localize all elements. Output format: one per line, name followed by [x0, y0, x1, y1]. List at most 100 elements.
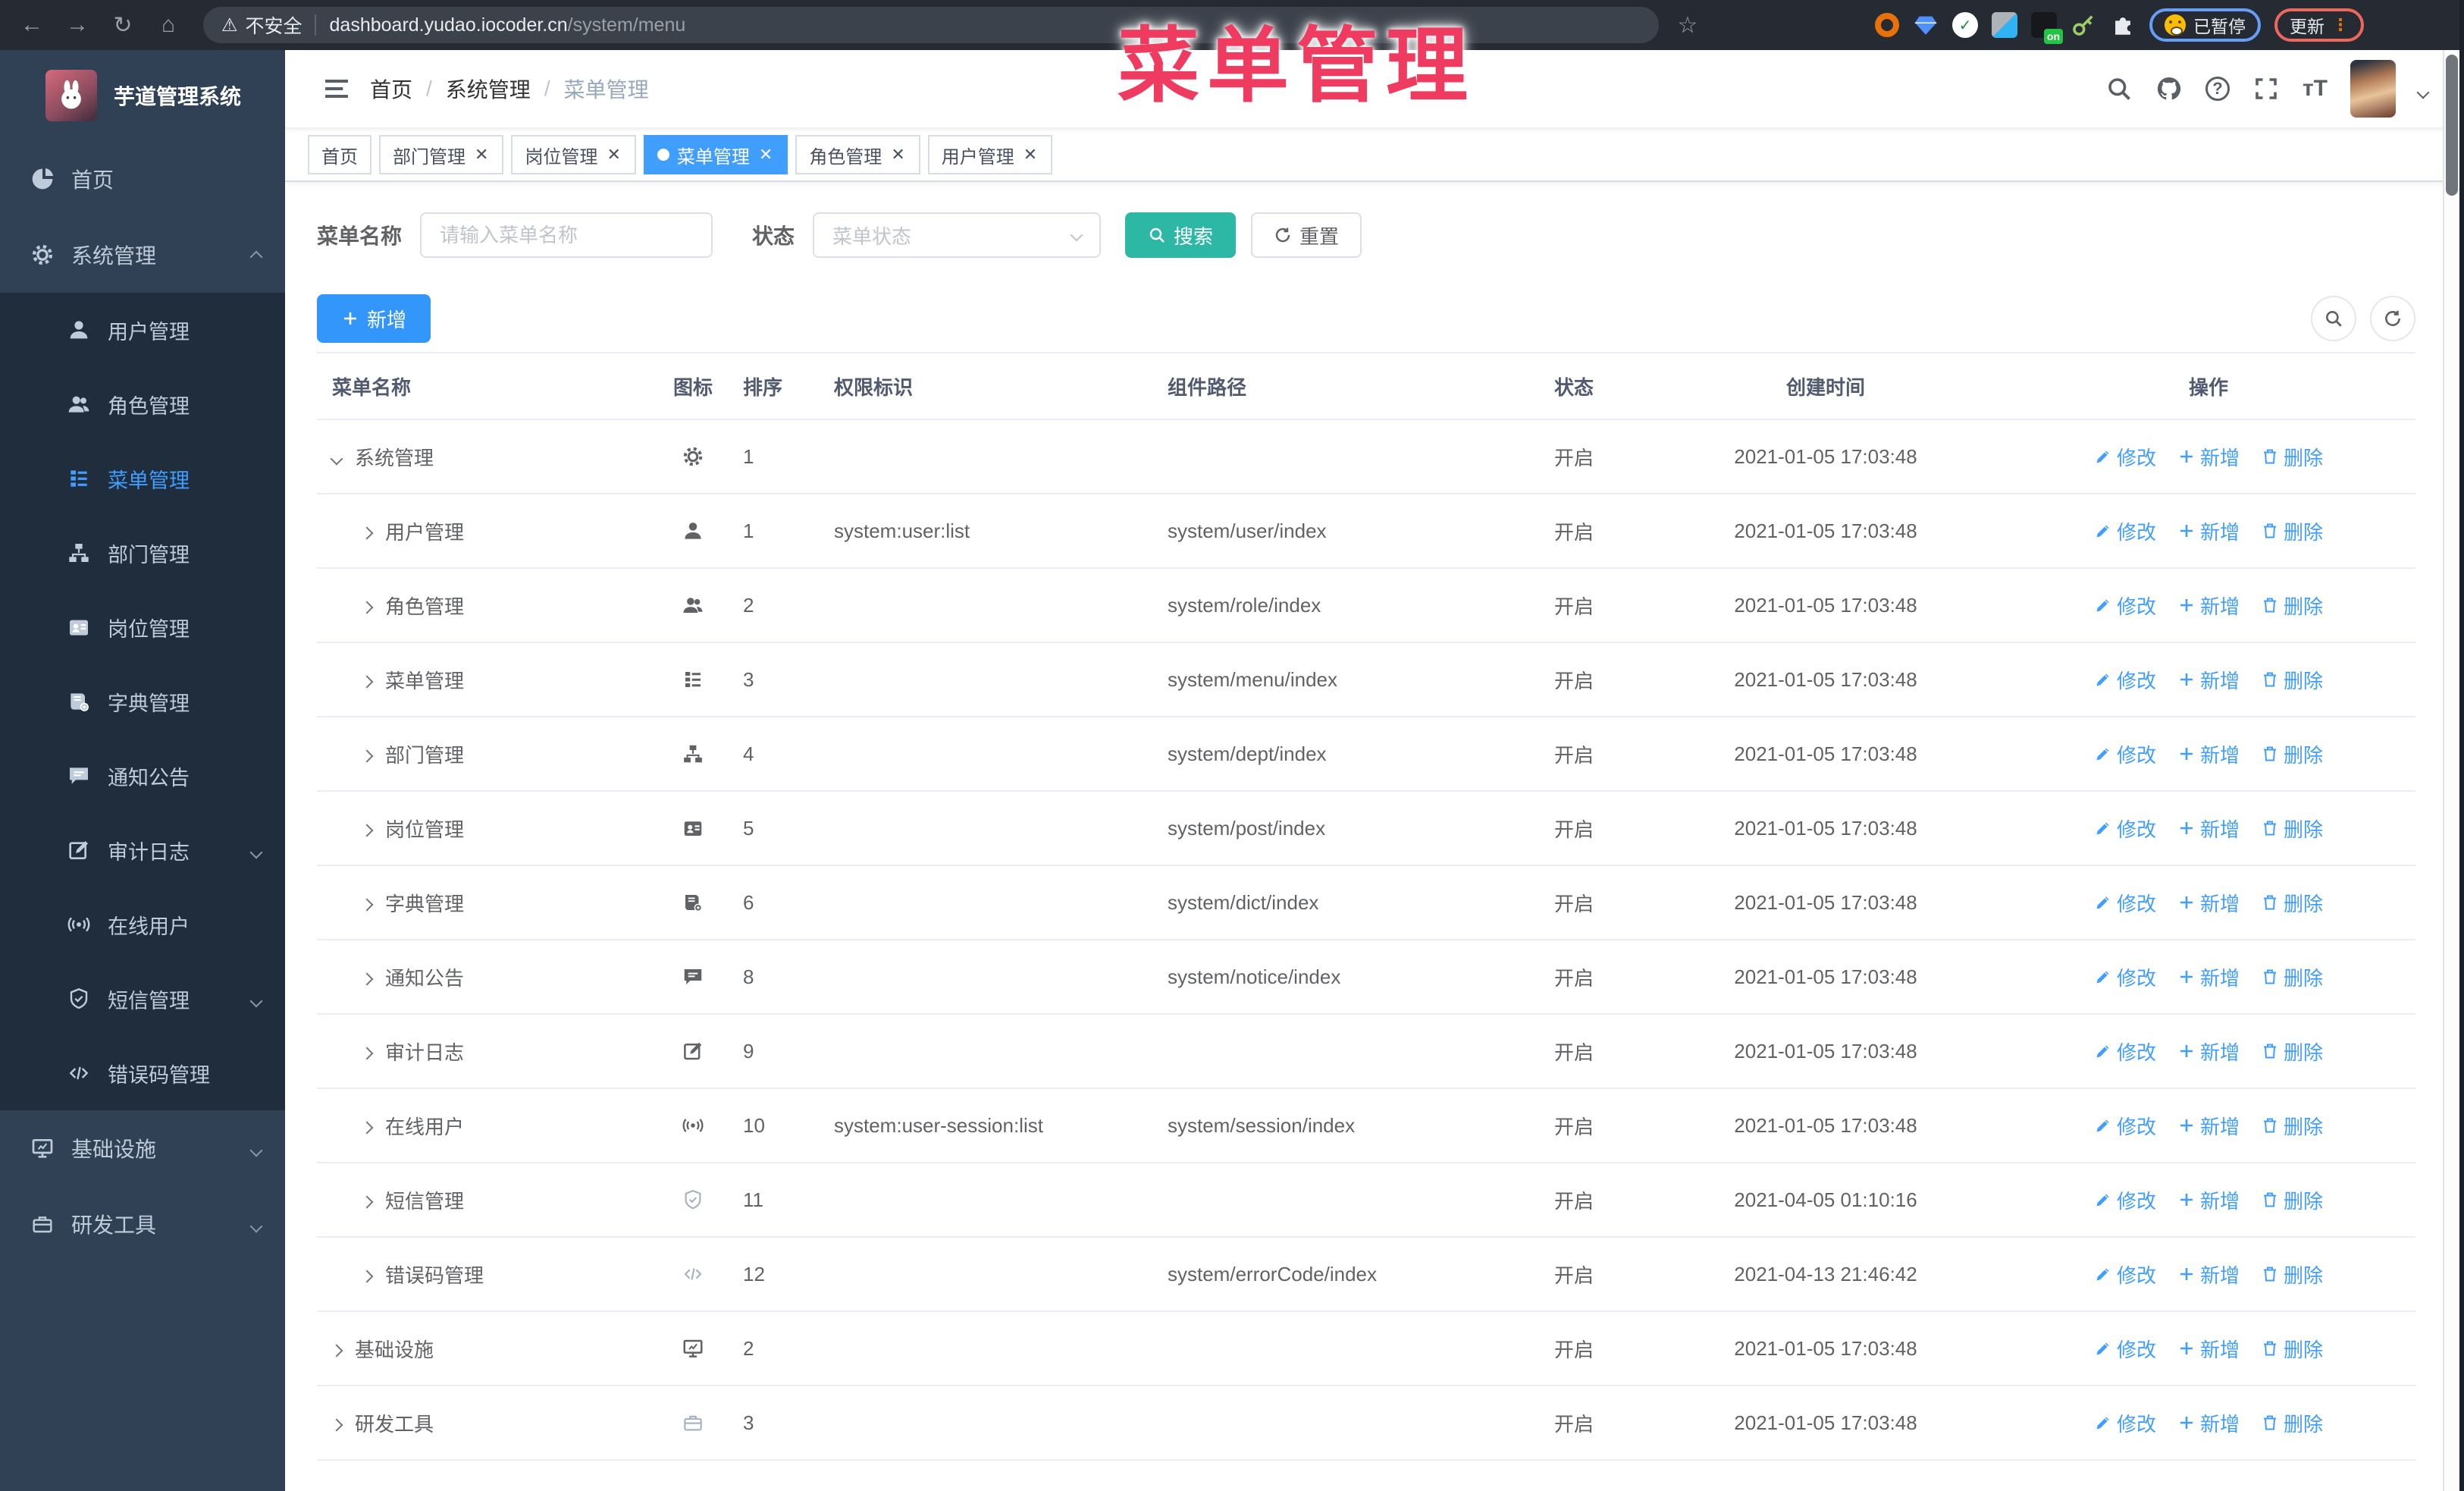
sidebar-item[interactable]: 系统管理 [0, 217, 285, 293]
sidebar-item[interactable]: 短信管理 [0, 962, 285, 1036]
edit-link[interactable]: 修改 [2094, 963, 2156, 991]
edit-link[interactable]: 修改 [2094, 1409, 2156, 1437]
edit-link[interactable]: 修改 [2094, 815, 2156, 843]
extension-gem-icon[interactable] [1913, 12, 1939, 38]
sidebar-item[interactable]: 岗位管理 [0, 590, 285, 664]
extension-squares-icon[interactable] [1992, 12, 2017, 38]
delete-link[interactable]: 删除 [2261, 517, 2323, 545]
app-logo-row[interactable]: 芋道管理系统 [0, 50, 285, 141]
expand-arrow-icon[interactable] [360, 817, 374, 840]
hamburger-icon[interactable] [321, 74, 352, 104]
edit-link[interactable]: 修改 [2094, 443, 2156, 471]
expand-arrow-icon[interactable] [360, 519, 374, 543]
add-child-link[interactable]: 新增 [2177, 1335, 2240, 1363]
add-button[interactable]: 新增 [317, 294, 431, 343]
tab-close-icon[interactable]: ✕ [889, 145, 906, 165]
delete-link[interactable]: 删除 [2261, 889, 2323, 917]
avatar[interactable] [2350, 60, 2396, 118]
edit-link[interactable]: 修改 [2094, 517, 2156, 545]
tab[interactable]: 用户管理 ✕ [927, 135, 1053, 174]
page-scrollbar[interactable] [2443, 50, 2459, 1491]
edit-link[interactable]: 修改 [2094, 889, 2156, 917]
edit-link[interactable]: 修改 [2094, 1037, 2156, 1066]
add-child-link[interactable]: 新增 [2177, 1112, 2240, 1140]
sidebar-item[interactable]: 部门管理 [0, 516, 285, 590]
edit-link[interactable]: 修改 [2094, 740, 2156, 768]
add-child-link[interactable]: 新增 [2177, 889, 2240, 917]
search-button[interactable]: 搜索 [1125, 212, 1237, 258]
extension-on-badge-icon[interactable]: on [2031, 12, 2063, 44]
tab-close-icon[interactable]: ✕ [1022, 145, 1039, 165]
reset-button[interactable]: 重置 [1251, 212, 1362, 258]
add-child-link[interactable]: 新增 [2177, 1037, 2240, 1066]
tab-close-icon[interactable]: ✕ [605, 145, 622, 165]
expand-arrow-icon[interactable] [360, 891, 374, 915]
fullscreen-icon[interactable] [2252, 75, 2280, 102]
add-child-link[interactable]: 新增 [2177, 592, 2240, 620]
edit-link[interactable]: 修改 [2094, 1112, 2156, 1140]
delete-link[interactable]: 删除 [2261, 963, 2323, 991]
edit-link[interactable]: 修改 [2094, 592, 2156, 620]
add-child-link[interactable]: 新增 [2177, 517, 2240, 545]
browser-menu-dots-icon[interactable]: ⋮ [2332, 17, 2349, 33]
github-icon[interactable] [2155, 75, 2183, 102]
extension-check-icon[interactable]: ✓ [1952, 12, 1978, 38]
breadcrumb-home[interactable]: 首页 [370, 74, 412, 104]
refresh-table-button[interactable] [2370, 296, 2415, 341]
tab[interactable]: 岗位管理 ✕ [511, 135, 636, 174]
browser-home-icon[interactable]: ⌂ [152, 8, 185, 42]
search-icon[interactable] [2105, 75, 2133, 102]
expand-arrow-icon[interactable] [360, 1263, 374, 1286]
sidebar-item[interactable]: 角色管理 [0, 367, 285, 441]
add-child-link[interactable]: 新增 [2177, 1186, 2240, 1214]
status-select[interactable]: 菜单状态 [813, 212, 1102, 258]
sidebar-item[interactable]: 首页 [0, 141, 285, 217]
edit-link[interactable]: 修改 [2094, 666, 2156, 694]
delete-link[interactable]: 删除 [2261, 815, 2323, 843]
expand-arrow-icon[interactable] [330, 1411, 343, 1435]
delete-link[interactable]: 删除 [2261, 1260, 2323, 1289]
delete-link[interactable]: 删除 [2261, 666, 2323, 694]
avatar-caret-icon[interactable] [2416, 75, 2430, 103]
sidebar-item[interactable]: 审计日志 [0, 813, 285, 887]
add-child-link[interactable]: 新增 [2177, 740, 2240, 768]
expand-arrow-icon[interactable] [360, 668, 374, 692]
delete-link[interactable]: 删除 [2261, 740, 2323, 768]
tab[interactable]: 角色管理 ✕ [795, 135, 920, 174]
sidebar-item[interactable]: 基础设施 [0, 1110, 285, 1186]
add-child-link[interactable]: 新增 [2177, 1260, 2240, 1289]
expand-arrow-icon[interactable] [330, 1337, 343, 1361]
delete-link[interactable]: 删除 [2261, 592, 2323, 620]
add-child-link[interactable]: 新增 [2177, 443, 2240, 471]
sidebar-item[interactable]: 用户管理 [0, 293, 285, 367]
sidebar-item[interactable]: 菜单管理 [0, 441, 285, 516]
add-child-link[interactable]: 新增 [2177, 666, 2240, 694]
add-child-link[interactable]: 新增 [2177, 815, 2240, 843]
browser-reload-icon[interactable]: ↻ [106, 8, 140, 42]
sidebar-item[interactable]: 错误码管理 [0, 1036, 285, 1110]
extension-key-icon[interactable] [2071, 12, 2096, 38]
expand-arrow-icon[interactable] [360, 965, 374, 989]
tab[interactable]: 菜单管理 ✕ [643, 135, 788, 174]
sidebar-item[interactable]: 在线用户 [0, 887, 285, 962]
tab[interactable]: 部门管理 ✕ [379, 135, 504, 174]
tab-close-icon[interactable]: ✕ [473, 145, 490, 165]
edit-link[interactable]: 修改 [2094, 1335, 2156, 1363]
bookmark-star-icon[interactable]: ☆ [1671, 8, 1704, 42]
help-icon[interactable]: ? [2205, 77, 2230, 101]
expand-arrow-icon[interactable] [360, 1114, 374, 1138]
delete-link[interactable]: 删除 [2261, 1409, 2323, 1437]
scrollbar-thumb[interactable] [2446, 55, 2458, 196]
sidebar-item[interactable]: 通知公告 [0, 739, 285, 813]
delete-link[interactable]: 删除 [2261, 1186, 2323, 1214]
add-child-link[interactable]: 新增 [2177, 963, 2240, 991]
tab-close-icon[interactable]: ✕ [757, 145, 774, 165]
delete-link[interactable]: 删除 [2261, 1037, 2323, 1066]
font-size-icon[interactable]: ᴛT [2303, 76, 2328, 102]
expand-arrow-icon[interactable] [330, 445, 343, 469]
update-browser-pill[interactable]: 更新 ⋮ [2274, 8, 2364, 42]
edit-link[interactable]: 修改 [2094, 1260, 2156, 1289]
expand-arrow-icon[interactable] [360, 594, 374, 617]
paused-extension-pill[interactable]: 已暂停 [2149, 8, 2261, 42]
extension-orange-icon[interactable] [1875, 13, 1899, 37]
